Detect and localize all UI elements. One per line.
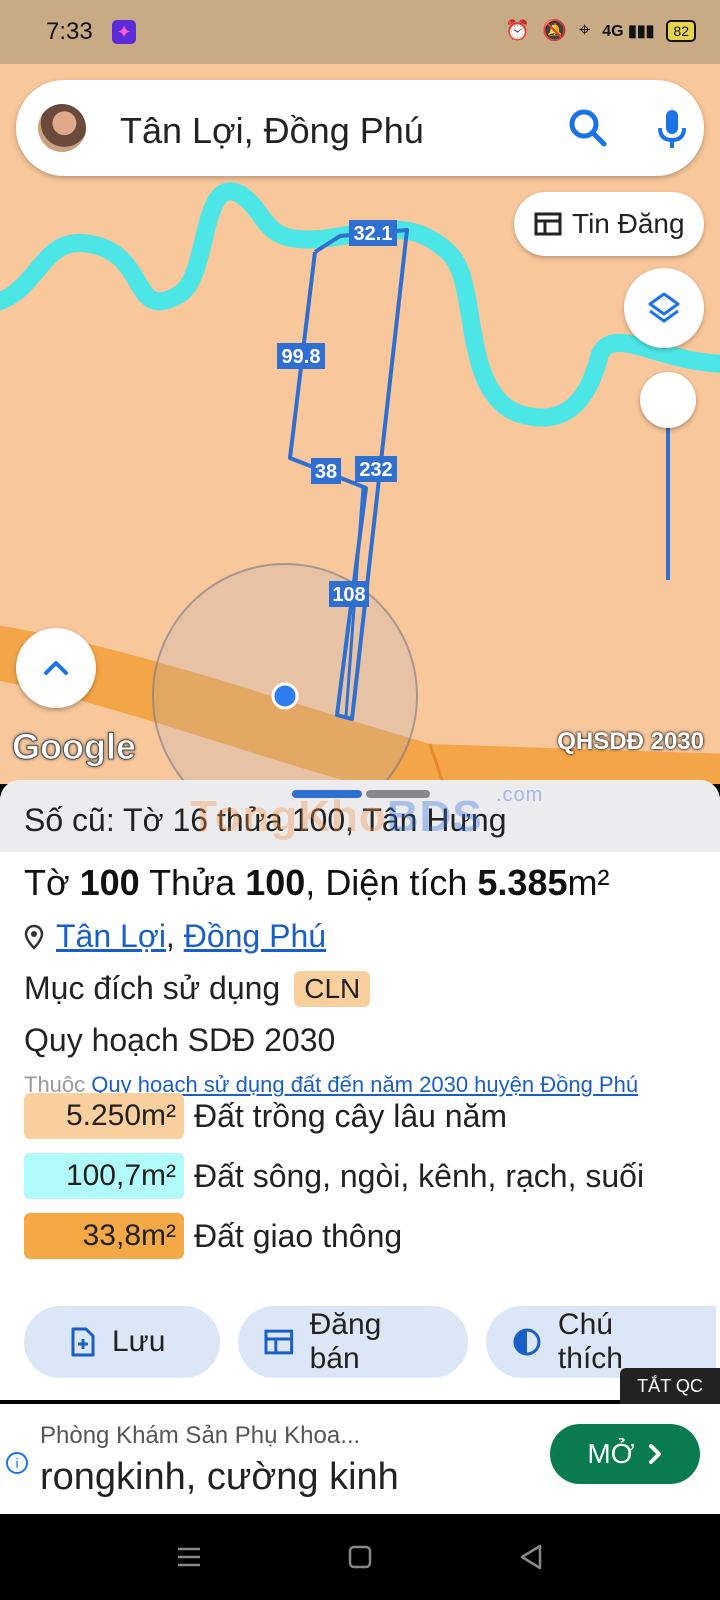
edge-label-32-1: 32.1 [349,220,397,246]
home-icon[interactable] [345,1542,375,1572]
back-icon[interactable] [516,1542,546,1572]
district-link[interactable]: Đồng Phú [184,918,326,954]
ward-link[interactable]: Tân Lợi [56,918,166,954]
ad-banner[interactable]: i Phòng Khám Sản Phụ Khoa... rongkinh, c… [0,1404,720,1514]
google-logo: Google [12,726,137,768]
alarm-icon: ⏰ [505,20,531,42]
system-icons: ⏰ 🔕 ⌖ 4G ▮▮▮ 82 [505,18,696,43]
land-use-desc: Đất sông, ngòi, kênh, rạch, suối [194,1157,645,1194]
contrast-icon [513,1328,541,1356]
land-use-row: 100,7m² Đất sông, ngòi, kênh, rạch, suối [24,1152,644,1200]
land-use-row: 33,8m² Đất giao thông [24,1212,402,1260]
land-use-row: 5.250m² Đất trồng cây lâu năm [24,1092,507,1140]
layers-button[interactable] [624,268,704,348]
opacity-slider-thumb[interactable] [640,372,696,428]
system-nav-bar [0,1514,720,1600]
ad-open-label: MỞ [587,1438,635,1469]
ad-open-button[interactable]: MỞ [550,1424,700,1484]
save-label: Lưu [112,1325,166,1358]
watermark: TongKhoBDS .com [190,784,544,841]
land-use-desc: Đất giao thông [194,1217,403,1254]
search-input[interactable]: Tân Lợi, Đồng Phú [120,110,424,152]
listings-label: Tin Đăng [572,208,685,239]
search-bar[interactable]: Tân Lợi, Đồng Phú [16,80,704,176]
purpose-code-badge: CLN [294,970,371,1007]
newspaper-icon [264,1329,294,1355]
post-sale-label: Đăng bán [309,1308,382,1375]
mute-icon: 🔕 [542,20,567,42]
post-sale-button[interactable]: Đăng bán [238,1306,468,1378]
svg-text:38: 38 [315,461,337,483]
edge-label-99-8: 99.8 [277,343,325,369]
parcel-info-sheet: Số cũ: Tờ 16 thửa 100, Tân Hưng TongKhoB… [0,780,720,1400]
recents-icon[interactable] [174,1542,204,1572]
land-use-area: 33,8m² [24,1213,184,1259]
location-pin-icon [24,924,44,950]
parcel-location: Tân Lợi, Đồng Phú [24,918,326,955]
ad-title: Phòng Khám Sản Phụ Khoa... [40,1422,361,1449]
land-purpose: Mục đích sử dụng CLN [24,970,371,1007]
purpose-label: Mục đích sử dụng [24,970,281,1006]
plan-title: Quy hoạch SDĐ 2030 [24,1022,336,1058]
ad-body: rongkinh, cường kinh [40,1456,399,1498]
svg-text:32.1: 32.1 [354,223,393,245]
chevron-right-icon [648,1444,661,1464]
location-icon: ⌖ [578,19,591,41]
edge-label-38: 38 [311,458,341,484]
land-use-area: 5.250m² [24,1093,184,1139]
search-icon[interactable] [564,104,612,152]
close-ad-button[interactable]: TẮT QC [620,1368,720,1404]
svg-text:232: 232 [359,459,392,481]
ad-info-icon[interactable]: i [6,1452,28,1474]
avatar[interactable] [38,104,86,152]
land-use-area: 100,7m² [24,1153,184,1199]
svg-text:99.8: 99.8 [282,346,321,368]
status-time: 7:33 [46,18,93,45]
listings-button[interactable]: Tin Đăng [514,192,704,256]
legend-label: Chú thích [557,1308,623,1375]
my-location-dot [271,682,299,710]
edge-label-108: 108 [329,581,369,607]
edge-label-232: 232 [355,456,397,482]
mic-icon[interactable] [648,104,696,152]
parcel-title: Tờ 100 Thửa 100, Diện tích 5.385m² [24,862,610,903]
app-notification-icon: ✦ [112,20,136,44]
status-bar: 7:33 ✦ ⏰ 🔕 ⌖ 4G ▮▮▮ 82 [0,0,720,64]
accuracy-circle [152,563,418,784]
svg-text:108: 108 [332,584,365,606]
battery-icon: 82 [666,19,696,42]
newspaper-icon [534,212,562,236]
action-buttons: Lưu Đăng bán Chú thích [24,1306,716,1378]
signal-icon: 4G ▮▮▮ [602,22,655,40]
layer-label: QHSDĐ 2030 [557,728,704,755]
expand-button[interactable] [16,628,96,708]
land-use-desc: Đất trồng cây lâu năm [194,1097,508,1134]
save-button[interactable]: Lưu [24,1306,220,1378]
add-file-icon [71,1327,95,1357]
layers-icon [648,292,680,323]
chevron-up-icon [44,661,68,675]
